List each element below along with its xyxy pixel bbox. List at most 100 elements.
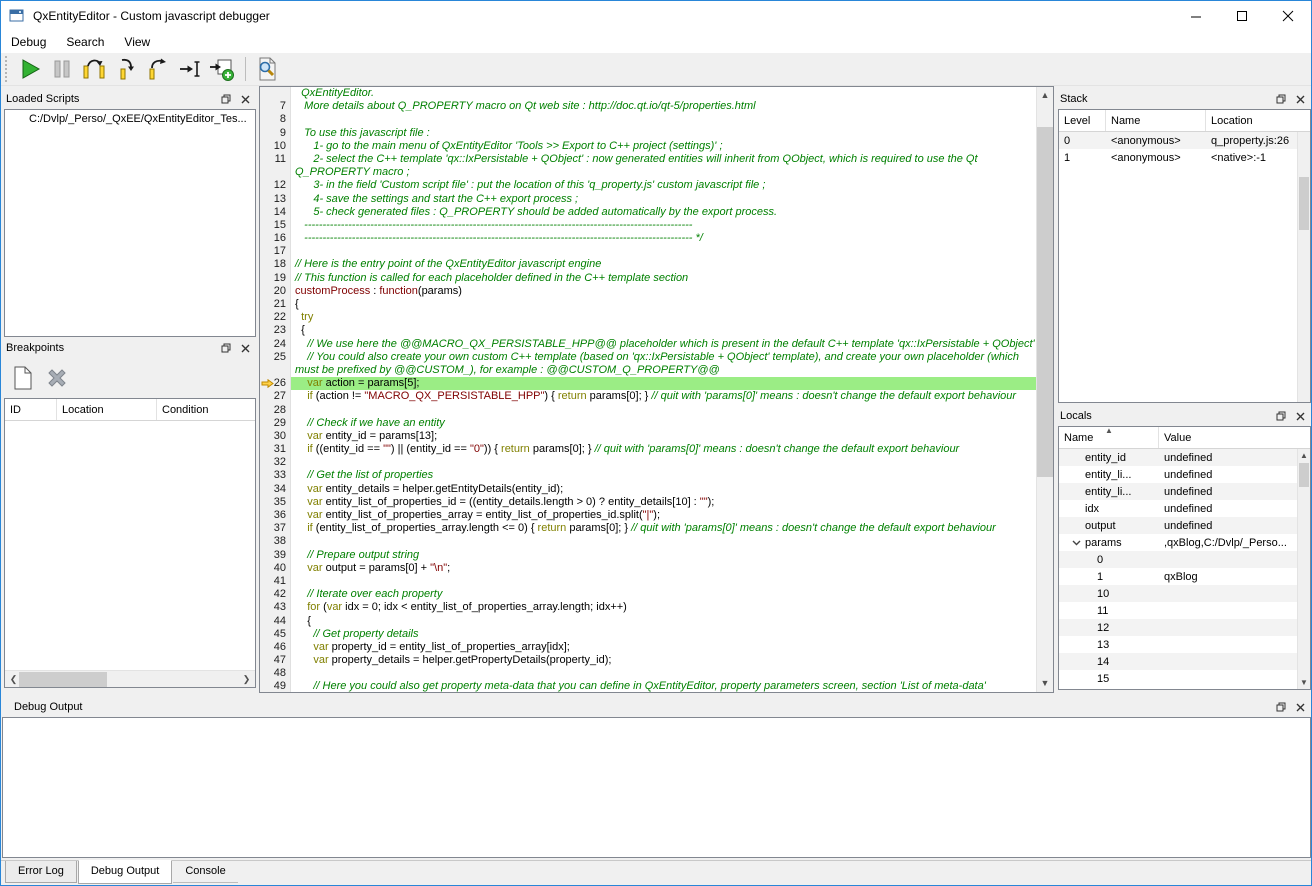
- code-line[interactable]: 18// Here is the entry point of the QxEn…: [260, 258, 1036, 271]
- debug-output-titlebar[interactable]: Debug Output: [2, 697, 1311, 717]
- code-line[interactable]: 34 var entity_details = helper.getEntity…: [260, 483, 1036, 496]
- code-line[interactable]: 16 -------------------------------------…: [260, 232, 1036, 245]
- code-line[interactable]: 37 if (entity_list_of_properties_array.l…: [260, 522, 1036, 535]
- code-line[interactable]: 8: [260, 113, 1036, 126]
- scrollbar-thumb[interactable]: [1299, 463, 1309, 487]
- tab-error-log[interactable]: Error Log: [5, 861, 77, 883]
- scrollbar-thumb[interactable]: [1299, 177, 1309, 230]
- locals-row[interactable]: entity_li...undefined: [1059, 466, 1310, 483]
- code-line[interactable]: 19// This function is called for each pl…: [260, 272, 1036, 285]
- code-line[interactable]: 7 More details about Q_PROPERTY macro on…: [260, 100, 1036, 113]
- horizontal-scrollbar[interactable]: ❮ ❯: [5, 670, 255, 687]
- float-icon[interactable]: [218, 340, 234, 356]
- float-icon[interactable]: [1273, 699, 1289, 715]
- scroll-down-icon[interactable]: ▼: [1037, 675, 1053, 692]
- code-line[interactable]: 30 var entity_id = params[13];: [260, 430, 1036, 443]
- stack-titlebar[interactable]: Stack: [1058, 89, 1311, 109]
- code-line[interactable]: 46 var property_id = entity_list_of_prop…: [260, 641, 1036, 654]
- code-line[interactable]: 43 for (var idx = 0; idx < entity_list_o…: [260, 601, 1036, 614]
- float-icon[interactable]: [218, 91, 234, 107]
- locals-row[interactable]: entity_li...undefined: [1059, 483, 1310, 500]
- current-code-line[interactable]: 26 var action = params[5];: [260, 377, 1036, 390]
- code-line[interactable]: 12 3- in the field 'Custom script file' …: [260, 179, 1036, 192]
- maximize-button[interactable]: [1219, 1, 1265, 31]
- toolbar-drag-handle[interactable]: [5, 56, 9, 82]
- code-line[interactable]: 15 -------------------------------------…: [260, 219, 1036, 232]
- close-icon[interactable]: [237, 91, 253, 107]
- code-line[interactable]: 44 {: [260, 615, 1036, 628]
- code-line[interactable]: 27 if (action != "MACRO_QX_PERSISTABLE_H…: [260, 390, 1036, 403]
- scroll-up-icon[interactable]: ▲: [1037, 87, 1053, 104]
- debug-output-content[interactable]: [2, 717, 1311, 858]
- step-out-icon[interactable]: [143, 55, 173, 83]
- code-line[interactable]: 32: [260, 456, 1036, 469]
- code-editor[interactable]: QxEntityEditor.7 More details about Q_PR…: [259, 86, 1054, 693]
- code-line[interactable]: 21{: [260, 298, 1036, 311]
- column-header[interactable]: Name: [1106, 110, 1206, 131]
- locals-row[interactable]: idxundefined: [1059, 500, 1310, 517]
- locals-row[interactable]: 14: [1059, 653, 1310, 670]
- scrollbar-thumb[interactable]: [19, 672, 107, 687]
- step-into-icon[interactable]: [111, 55, 141, 83]
- locals-row[interactable]: 0: [1059, 551, 1310, 568]
- find-in-script-icon[interactable]: [252, 55, 282, 83]
- column-header[interactable]: ID: [5, 399, 57, 420]
- scroll-down-icon[interactable]: ▼: [1298, 676, 1310, 689]
- locals-row[interactable]: 10: [1059, 585, 1310, 602]
- code-line[interactable]: 22 try: [260, 311, 1036, 324]
- code-line[interactable]: 39 // Prepare output string: [260, 549, 1036, 562]
- code-line[interactable]: QxEntityEditor.: [260, 87, 1036, 100]
- column-header[interactable]: Value: [1159, 427, 1310, 448]
- code-line[interactable]: 33 // Get the list of properties: [260, 469, 1036, 482]
- tab-debug-output[interactable]: Debug Output: [78, 860, 173, 884]
- close-icon[interactable]: [1292, 91, 1308, 107]
- code-line[interactable]: 11 2- select the C++ template 'qx::IxPer…: [260, 153, 1036, 166]
- float-icon[interactable]: [1273, 91, 1289, 107]
- column-header[interactable]: Name▲: [1059, 427, 1159, 448]
- locals-row[interactable]: 1qxBlog: [1059, 568, 1310, 585]
- locals-row[interactable]: entity_idundefined: [1059, 449, 1310, 466]
- breakpoints-titlebar[interactable]: Breakpoints: [4, 338, 256, 358]
- interrupt-icon[interactable]: [47, 55, 77, 83]
- code-line[interactable]: 13 4- save the settings and start the C+…: [260, 193, 1036, 206]
- run-to-cursor-icon[interactable]: [175, 55, 205, 83]
- code-line[interactable]: 29 // Check if we have an entity: [260, 417, 1036, 430]
- stack-scrollbar[interactable]: [1297, 132, 1310, 402]
- tab-console[interactable]: Console: [173, 861, 237, 883]
- loaded-script-item[interactable]: C:/Dvlp/_Perso/_QxEE/QxEntityEditor_Tes.…: [5, 110, 255, 127]
- code-line[interactable]: 40 var output = params[0] + "\n";: [260, 562, 1036, 575]
- column-header[interactable]: Location: [1206, 110, 1310, 131]
- code-line[interactable]: 45 // Get property details: [260, 628, 1036, 641]
- run-to-new-script-icon[interactable]: [207, 55, 237, 83]
- scroll-right-icon[interactable]: ❯: [238, 671, 255, 688]
- column-header[interactable]: Condition: [157, 399, 255, 420]
- code-line[interactable]: 25 // You could also create your own cus…: [260, 351, 1036, 364]
- stack-row[interactable]: 1<anonymous><native>:-1: [1059, 149, 1310, 166]
- code-line[interactable]: must be prefixed by @@CUSTOM_), for exam…: [260, 364, 1036, 377]
- locals-titlebar[interactable]: Locals: [1058, 406, 1311, 426]
- column-header[interactable]: Level: [1059, 110, 1106, 131]
- code-line[interactable]: 41: [260, 575, 1036, 588]
- stack-row[interactable]: 0<anonymous>q_property.js:26: [1059, 132, 1310, 149]
- code-line[interactable]: 38: [260, 535, 1036, 548]
- locals-row[interactable]: 12: [1059, 619, 1310, 636]
- code-line[interactable]: 14 5- check generated files : Q_PROPERTY…: [260, 206, 1036, 219]
- close-button[interactable]: [1265, 1, 1311, 31]
- code-line[interactable]: 17: [260, 245, 1036, 258]
- title-bar[interactable]: QxEntityEditor - Custom javascript debug…: [1, 1, 1311, 31]
- chevron-down-icon[interactable]: [1072, 537, 1085, 549]
- scrollbar-thumb[interactable]: [1037, 127, 1053, 477]
- menu-search[interactable]: Search: [56, 32, 114, 52]
- locals-row[interactable]: 11: [1059, 602, 1310, 619]
- column-header[interactable]: Location: [57, 399, 157, 420]
- code-line[interactable]: 28: [260, 404, 1036, 417]
- code-line[interactable]: 47 var property_details = helper.getProp…: [260, 654, 1036, 667]
- locals-row[interactable]: 13: [1059, 636, 1310, 653]
- continue-icon[interactable]: [15, 55, 45, 83]
- step-over-icon[interactable]: [79, 55, 109, 83]
- scroll-up-icon[interactable]: ▲: [1298, 449, 1310, 462]
- float-icon[interactable]: [1273, 408, 1289, 424]
- code-line[interactable]: 23 {: [260, 324, 1036, 337]
- code-line[interactable]: 20customProcess : function(params): [260, 285, 1036, 298]
- locals-row[interactable]: params,qxBlog,C:/Dvlp/_Perso...: [1059, 534, 1310, 551]
